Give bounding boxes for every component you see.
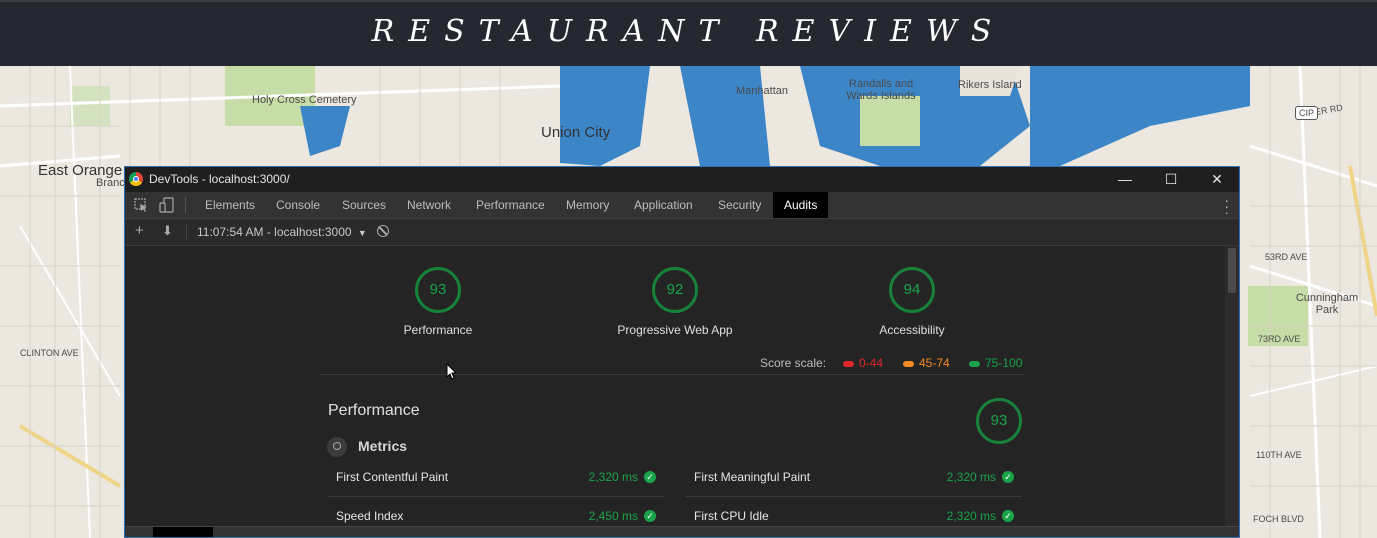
map-label: CIP [1295,106,1319,120]
metrics-title: Metrics [358,438,408,454]
map-label: Rikers Island [958,79,1022,91]
pass-check-icon: ✓ [644,471,656,483]
tab-elements[interactable]: Elements [194,192,266,218]
download-report-icon[interactable]: ⬇ [162,223,173,239]
accessibility-gauge-label: Accessibility [879,323,945,337]
section-divider [320,374,1025,375]
metric-name: First CPU Idle [694,509,769,523]
map-label: 73RD AVE [1258,334,1301,344]
metric-name: First Meaningful Paint [694,470,811,484]
toolbar-divider [186,224,187,240]
device-toolbar-icon[interactable] [159,197,175,213]
performance-gauge-label: Performance [403,323,473,337]
metric-name: First Contentful Paint [336,470,449,484]
pwa-gauge-label: Progressive Web App [617,323,733,337]
score-scale-orange: 45-74 [903,356,950,370]
chevron-down-icon: ▼ [357,228,367,238]
map-label: 53RD AVE [1265,252,1308,262]
console-drawer[interactable] [125,526,1239,537]
map-label: Brancl [96,177,128,189]
metric-divider [686,496,1022,497]
pwa-gauge[interactable]: 92 [652,267,698,313]
metrics-icon [327,437,347,457]
orange-dot-icon [903,360,914,367]
pass-check-icon: ✓ [1002,510,1014,522]
map-label: Randalls and Wards Islands [846,78,916,102]
map-label: FOCH BLVD [1253,514,1304,524]
pass-check-icon: ✓ [644,510,656,522]
score-range: 0-44 [859,356,884,370]
minimize-button[interactable]: — [1107,169,1143,189]
more-options-icon[interactable]: · · · [1224,193,1229,219]
red-dot-icon [843,360,854,367]
performance-section-gauge: 93 [976,398,1022,444]
report-scrollbar[interactable] [1225,246,1239,527]
inspect-element-icon[interactable] [133,197,149,213]
audits-toolbar: + ⬇ 11:07:54 AM - localhost:3000 ▼ [125,219,1239,246]
tab-memory[interactable]: Memory [555,192,620,218]
metric-name: Speed Index [336,509,404,523]
green-dot-icon [969,360,980,367]
mouse-cursor-icon [446,363,458,380]
report-select[interactable]: 11:07:54 AM - localhost:3000 ▼ [197,225,367,239]
add-audit-icon[interactable]: + [135,222,144,239]
performance-gauge[interactable]: 93 [415,267,461,313]
window-title: DevTools - localhost:3000/ [149,172,290,186]
map-label: Union City [541,124,611,141]
tab-security[interactable]: Security [707,192,772,218]
chrome-icon [129,172,143,186]
metric-value: 2,320 ms [946,509,996,523]
site-header: RESTAURANT REVIEWS [0,0,1377,66]
map-label: CLINTON AVE [20,348,79,358]
accessibility-gauge[interactable]: 94 [889,267,935,313]
site-title: RESTAURANT REVIEWS [371,14,1006,49]
score-range: 75-100 [985,356,1023,370]
tab-performance[interactable]: Performance [465,192,556,218]
maximize-button[interactable]: ☐ [1153,169,1189,189]
score-scale-red: 0-44 [843,356,883,370]
metric-divider [328,496,664,497]
score-scale-label: Score scale: [760,356,827,370]
devtools-tabbar: Elements Console Sources Network Perform… [125,192,1239,219]
metric-value: 2,320 ms [588,470,638,484]
map-label: 110TH AVE [1256,450,1302,460]
tab-sources[interactable]: Sources [331,192,397,218]
devtools-window[interactable]: DevTools - localhost:3000/ — ☐ ✕ Element… [124,166,1240,538]
metric-value: 2,450 ms [588,509,638,523]
pass-check-icon: ✓ [1002,471,1014,483]
performance-section-title: Performance [328,402,420,419]
tabbar-divider [185,197,186,213]
map-label: Holy Cross Cemetery [252,94,357,106]
tab-network[interactable]: Network [396,192,462,218]
drawer-tab-console[interactable] [153,527,213,537]
score-range: 45-74 [919,356,950,370]
tab-audits[interactable]: Audits [773,192,829,218]
tab-application[interactable]: Application [623,192,704,218]
map-label: Cunningham Park [1295,292,1359,316]
score-scale-green: 75-100 [969,356,1022,370]
tab-console[interactable]: Console [265,192,331,218]
map-label: Manhattan [736,85,788,97]
scrollbar-thumb[interactable] [1228,248,1236,293]
close-button[interactable]: ✕ [1199,169,1235,189]
audits-report: 93 Performance 92 Progressive Web App 94… [125,246,1225,527]
report-select-value: 11:07:54 AM - localhost:3000 [197,225,352,239]
window-titlebar[interactable]: DevTools - localhost:3000/ — ☐ ✕ [125,167,1239,192]
metric-value: 2,320 ms [946,470,996,484]
clear-reports-icon[interactable] [377,225,389,237]
